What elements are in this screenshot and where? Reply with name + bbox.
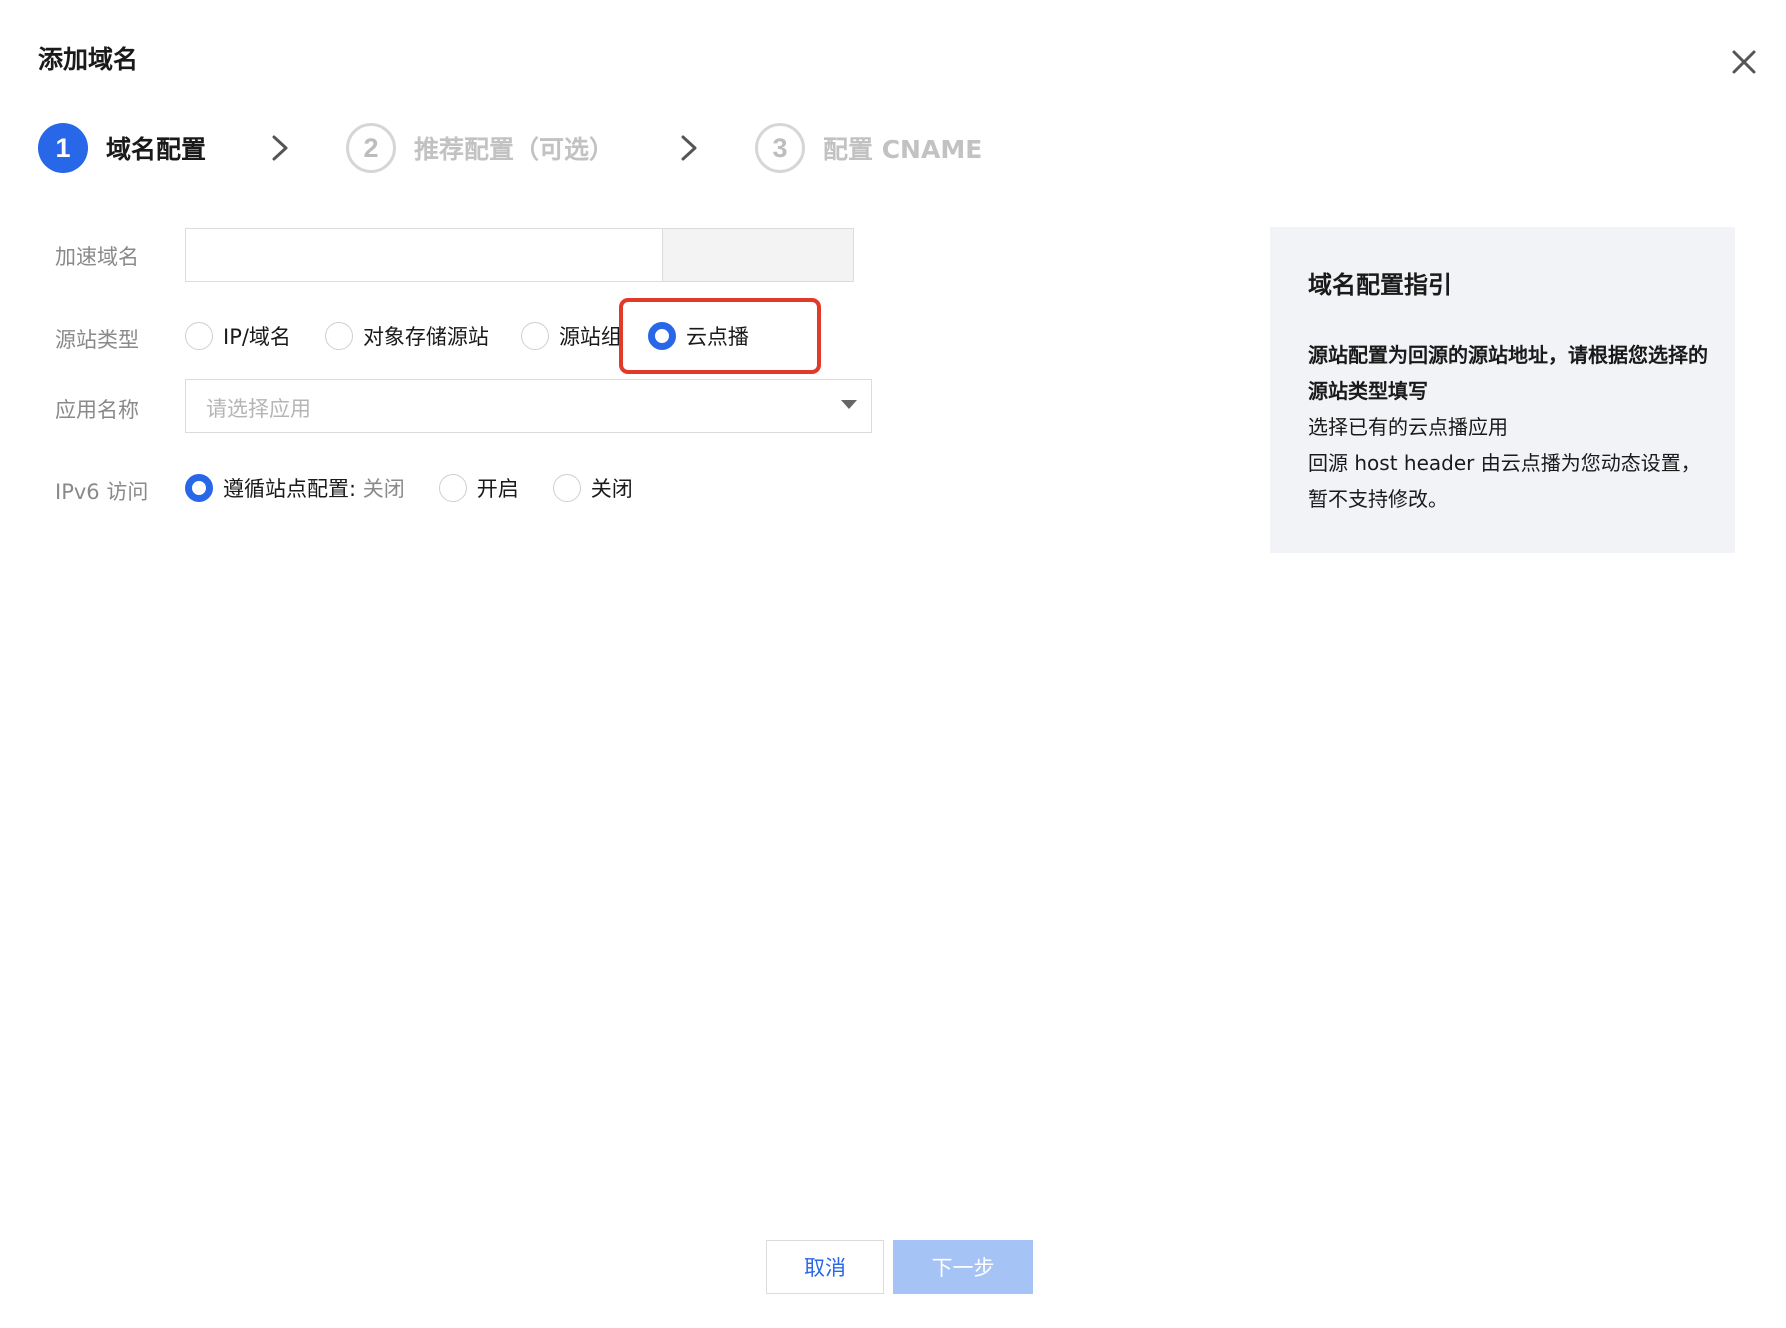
app-name-label: 应用名称 [55, 398, 139, 422]
app-select-placeholder: 请选择应用 [206, 397, 311, 421]
ipv6-label: IPv6 访问 [55, 480, 149, 504]
radio-ip-domain[interactable]: IP/域名 [185, 321, 291, 351]
chevron-right-icon [681, 135, 697, 161]
radio-circle[interactable] [324, 322, 353, 350]
radio-object-storage[interactable]: 对象存储源站 [324, 321, 489, 351]
radio-label: IP/域名 [223, 325, 291, 349]
ipv6-radio-group: 遵循站点配置: 关闭 开启 关闭 [185, 473, 667, 503]
guide-bold-text: 源站配置为回源的源站地址，请根据您选择的源站类型填写 [1308, 343, 1708, 403]
caret-down-icon [841, 400, 857, 409]
step-1-number: 1 [38, 123, 88, 173]
chevron-right-icon [272, 135, 288, 161]
radio-label: 云点播 [685, 325, 749, 349]
step-3-label: 配置 CNAME [823, 135, 983, 164]
step-1: 1 域名配置 [38, 122, 206, 174]
domain-input[interactable] [185, 228, 669, 282]
radio-vod[interactable]: 云点播 [647, 321, 749, 351]
radio-ipv6-follow-site[interactable]: 遵循站点配置: 关闭 [185, 473, 405, 503]
radio-circle[interactable] [552, 474, 581, 502]
domain-suffix-field[interactable] [662, 228, 854, 282]
radio-label: 开启 [476, 477, 519, 501]
guide-line: 选择已有的云点播应用 [1308, 415, 1508, 439]
cancel-button[interactable]: 取消 [766, 1240, 884, 1294]
step-2: 2 推荐配置（可选） [346, 122, 614, 174]
radio-origin-group[interactable]: 源站组 [520, 321, 622, 351]
guide-line: 回源 host header 由云点播为您动态设置，暂不支持修改。 [1308, 451, 1701, 511]
radio-circle[interactable] [438, 474, 467, 502]
next-step-button[interactable]: 下一步 [893, 1240, 1033, 1294]
origin-type-radio-group: IP/域名 对象存储源站 源站组 云点播 [185, 321, 783, 351]
add-domain-dialog: 添加域名 1 域名配置 2 推荐配置（可选） 3 配置 CNAME 加速域名 源… [0, 0, 1786, 1328]
domain-label: 加速域名 [55, 245, 139, 269]
step-3: 3 配置 CNAME [755, 122, 982, 174]
guide-body: 源站配置为回源的源站地址，请根据您选择的源站类型填写 选择已有的云点播应用 回源… [1308, 337, 1708, 517]
step-2-number: 2 [346, 123, 396, 173]
radio-circle[interactable] [520, 322, 549, 350]
radio-label: 遵循站点配置: 关闭 [223, 473, 405, 503]
dialog-title: 添加域名 [38, 45, 139, 74]
radio-label: 关闭 [590, 477, 633, 501]
radio-ipv6-off[interactable]: 关闭 [552, 473, 633, 503]
close-icon[interactable] [1726, 44, 1762, 80]
step-1-label: 域名配置 [106, 135, 207, 164]
ipv6-follow-text: 遵循站点配置: [223, 477, 357, 501]
guide-title: 域名配置指引 [1308, 271, 1452, 299]
ipv6-follow-status: 关闭 [356, 477, 405, 501]
step-3-number: 3 [755, 123, 805, 173]
guide-panel: 域名配置指引 源站配置为回源的源站地址，请根据您选择的源站类型填写 选择已有的云… [1270, 227, 1735, 553]
origin-type-label: 源站类型 [55, 328, 139, 352]
radio-ipv6-on[interactable]: 开启 [438, 473, 519, 503]
app-select[interactable]: 请选择应用 [185, 379, 872, 433]
step-2-label: 推荐配置（可选） [414, 135, 615, 164]
radio-circle-checked[interactable] [185, 474, 213, 502]
radio-circle-checked[interactable] [647, 322, 676, 350]
radio-label: 源站组 [558, 325, 622, 349]
radio-label: 对象存储源站 [362, 325, 489, 349]
radio-circle[interactable] [185, 322, 213, 350]
